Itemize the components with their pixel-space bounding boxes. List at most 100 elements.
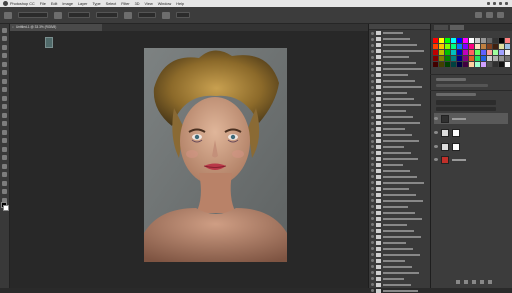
visibility-icon[interactable] xyxy=(371,115,374,119)
tool-preset-icon[interactable] xyxy=(4,11,12,19)
color-swatch[interactable] xyxy=(499,44,504,49)
menu-view[interactable]: View xyxy=(145,2,153,6)
color-swatch[interactable] xyxy=(439,44,444,49)
color-swatch[interactable] xyxy=(451,44,456,49)
color-swatch[interactable] xyxy=(505,50,510,55)
history-item[interactable] xyxy=(371,282,428,287)
visibility-icon[interactable] xyxy=(371,139,374,143)
color-swatch[interactable] xyxy=(433,38,438,43)
lasso-tool-icon[interactable] xyxy=(2,44,7,50)
link-layers-icon[interactable] xyxy=(456,280,460,284)
color-swatch[interactable] xyxy=(487,56,492,61)
menu-window[interactable]: Window xyxy=(158,2,172,6)
color-swatch[interactable] xyxy=(481,62,486,67)
color-swatch[interactable] xyxy=(433,50,438,55)
history-item[interactable] xyxy=(371,84,428,90)
visibility-icon[interactable] xyxy=(371,109,374,113)
move-tool-icon[interactable] xyxy=(2,27,7,33)
visibility-icon[interactable] xyxy=(371,61,374,65)
history-brush-tool-icon[interactable] xyxy=(2,104,7,109)
visibility-icon[interactable] xyxy=(371,229,374,233)
new-layer-icon[interactable] xyxy=(480,280,484,284)
history-item[interactable] xyxy=(371,258,428,263)
visibility-icon[interactable] xyxy=(371,55,374,59)
history-item[interactable] xyxy=(371,276,428,281)
tab-color[interactable] xyxy=(434,25,448,30)
close-icon[interactable]: × xyxy=(12,26,15,29)
color-swatch[interactable] xyxy=(469,38,474,43)
color-swatch[interactable] xyxy=(439,38,444,43)
layer-row[interactable] xyxy=(434,127,508,138)
visibility-icon[interactable] xyxy=(371,49,374,53)
visibility-icon[interactable] xyxy=(434,131,438,134)
apple-icon[interactable] xyxy=(3,1,8,6)
visibility-icon[interactable] xyxy=(371,73,374,77)
color-swatch[interactable] xyxy=(475,44,480,49)
color-swatch[interactable] xyxy=(475,56,480,61)
color-swatch[interactable] xyxy=(463,38,468,43)
marquee-tool-icon[interactable] xyxy=(2,36,7,41)
color-swatch[interactable] xyxy=(463,56,468,61)
pen-tool-icon[interactable] xyxy=(2,146,7,152)
healing-tool-icon[interactable] xyxy=(2,78,7,84)
history-item[interactable] xyxy=(371,186,428,191)
color-swatch[interactable] xyxy=(457,38,462,43)
history-item[interactable] xyxy=(371,228,428,233)
history-item[interactable] xyxy=(371,180,428,185)
visibility-icon[interactable] xyxy=(371,163,374,167)
mode-select[interactable] xyxy=(68,12,90,18)
quick-select-tool-icon[interactable] xyxy=(2,53,7,58)
visibility-icon[interactable] xyxy=(371,67,374,71)
color-swatch[interactable] xyxy=(439,56,444,61)
color-swatch[interactable] xyxy=(463,44,468,49)
history-item[interactable] xyxy=(371,49,428,54)
blur-tool-icon[interactable] xyxy=(2,129,7,135)
visibility-icon[interactable] xyxy=(434,145,438,148)
visibility-icon[interactable] xyxy=(371,247,374,251)
color-swatch[interactable] xyxy=(475,62,480,67)
zoom-tool-icon[interactable] xyxy=(2,189,7,194)
visibility-icon[interactable] xyxy=(371,151,374,155)
search-icon[interactable] xyxy=(475,12,482,18)
color-swatch[interactable] xyxy=(457,50,462,55)
portrait-photo[interactable] xyxy=(144,48,287,262)
color-swatch[interactable] xyxy=(493,56,498,61)
visibility-icon[interactable] xyxy=(434,158,438,161)
add-style-icon[interactable] xyxy=(464,280,468,284)
color-swatch[interactable] xyxy=(487,38,492,43)
visibility-icon[interactable] xyxy=(371,199,374,203)
history-item[interactable] xyxy=(371,150,428,155)
color-swatch[interactable] xyxy=(487,62,492,67)
color-swatch[interactable] xyxy=(499,50,504,55)
visibility-icon[interactable] xyxy=(371,235,374,239)
color-swatch[interactable] xyxy=(505,38,510,43)
eraser-tool-icon[interactable] xyxy=(2,112,7,118)
tab-swatches[interactable] xyxy=(450,25,464,30)
clone-stamp-tool-icon[interactable] xyxy=(2,95,7,101)
visibility-icon[interactable] xyxy=(371,145,374,149)
airbrush-icon[interactable] xyxy=(162,11,170,19)
visibility-icon[interactable] xyxy=(371,289,374,293)
color-swatch[interactable] xyxy=(493,50,498,55)
battery-icon[interactable] xyxy=(493,2,496,5)
search-icon[interactable] xyxy=(505,2,508,5)
history-item[interactable] xyxy=(371,216,428,221)
color-swatch[interactable] xyxy=(475,38,480,43)
history-item[interactable] xyxy=(371,174,428,179)
history-item[interactable] xyxy=(371,108,428,114)
color-swatch[interactable] xyxy=(463,62,468,67)
visibility-icon[interactable] xyxy=(371,169,374,173)
history-item[interactable] xyxy=(371,138,428,143)
visibility-icon[interactable] xyxy=(371,103,374,107)
history-item[interactable] xyxy=(371,156,428,161)
workspace-icon[interactable] xyxy=(486,12,493,18)
history-item[interactable] xyxy=(371,102,428,108)
visibility-icon[interactable] xyxy=(371,181,374,185)
visibility-icon[interactable] xyxy=(371,187,374,191)
menu-3d[interactable]: 3D xyxy=(135,2,140,6)
menu-app[interactable]: Photoshop CC xyxy=(10,2,35,6)
history-item[interactable] xyxy=(371,168,428,173)
history-item[interactable] xyxy=(371,234,428,239)
color-swatch[interactable] xyxy=(451,56,456,61)
visibility-icon[interactable] xyxy=(371,157,374,161)
